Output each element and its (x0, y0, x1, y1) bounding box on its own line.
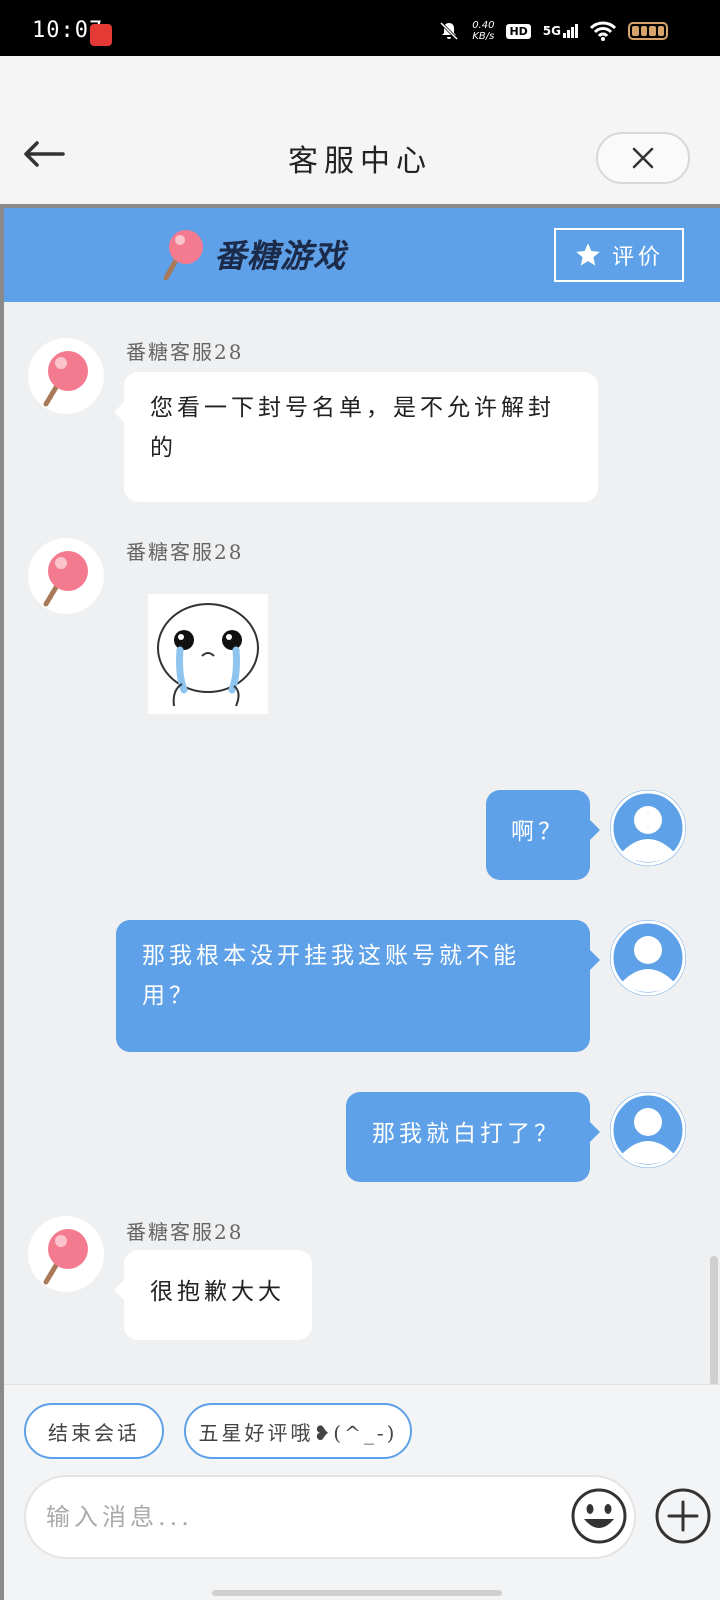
user-icon (610, 920, 686, 996)
net-speed: 0.40 KB/s (472, 20, 494, 42)
status-icons: 0.40 KB/s HD 5G (438, 20, 668, 42)
user-icon (610, 790, 686, 866)
lollipop-avatar-icon (43, 1229, 88, 1285)
agent-avatar (28, 538, 104, 614)
sender-name: 番糖客服28 (126, 540, 244, 564)
user-icon (610, 1092, 686, 1168)
sender-name: 番糖客服28 (126, 1220, 244, 1244)
message-bubble: 很抱歉大大 (114, 1250, 312, 1340)
lollipop-avatar-icon (43, 351, 88, 407)
rate-button[interactable]: 评价 (554, 228, 684, 282)
bell-off-icon (440, 21, 459, 41)
brand-logo: 番糖游戏 (162, 228, 346, 280)
message-input-wrapper (24, 1475, 636, 1559)
close-button[interactable] (596, 132, 690, 184)
quick-reply-five-star[interactable]: 五星好评哦❥(^_-) (184, 1403, 412, 1459)
agent-avatar (28, 338, 104, 414)
emoji-button[interactable] (570, 1487, 628, 1545)
app-notification-icon (90, 24, 112, 46)
user-avatar (610, 790, 686, 866)
wifi-icon (590, 21, 616, 41)
title-bar: 客服中心 (0, 56, 720, 204)
plus-circle-icon (655, 1488, 711, 1544)
crying-face-icon (157, 603, 259, 707)
sender-name: 番糖客服28 (126, 340, 244, 364)
close-icon (632, 147, 654, 169)
message-input[interactable] (46, 1491, 546, 1543)
signal-bars (562, 24, 578, 38)
sticker-message[interactable] (148, 594, 268, 714)
message-bubble: 啊？ (486, 790, 600, 880)
rate-label: 评价 (611, 245, 664, 270)
hd-badge: HD (506, 23, 531, 39)
user-avatar (610, 920, 686, 996)
smiley-icon (571, 1488, 627, 1544)
battery-icon (628, 22, 668, 40)
signal-icon: 5G (543, 24, 578, 38)
net-speed-unit: KB/s (472, 31, 495, 42)
lollipop-avatar-icon (43, 551, 88, 607)
star-icon (576, 243, 600, 266)
scrollbar[interactable] (710, 1256, 718, 1386)
user-avatar (610, 1092, 686, 1168)
brand-bar: 番糖游戏 评价 (4, 208, 720, 302)
home-indicator[interactable] (212, 1590, 502, 1596)
agent-avatar (28, 1216, 104, 1292)
status-bar: 10:07 0.40 KB/s HD 5G (0, 0, 720, 56)
quick-reply-end-session[interactable]: 结束会话 (24, 1403, 164, 1459)
net-speed-value: 0.40 (472, 20, 495, 31)
add-attachment-button[interactable] (654, 1487, 712, 1545)
message-bubble: 您看一下封号名单，是不允许解封的 (114, 372, 598, 502)
composer-area: 结束会话 五星好评哦❥(^_-) (4, 1384, 720, 1600)
message-bubble: 那我就白打了？ (346, 1092, 600, 1182)
message-bubble: 那我根本没开挂我这账号就不能用？ (116, 920, 600, 1052)
lollipop-logo-icon (163, 230, 203, 280)
network-type: 5G (542, 24, 561, 38)
brand-name: 番糖游戏 (214, 237, 347, 275)
